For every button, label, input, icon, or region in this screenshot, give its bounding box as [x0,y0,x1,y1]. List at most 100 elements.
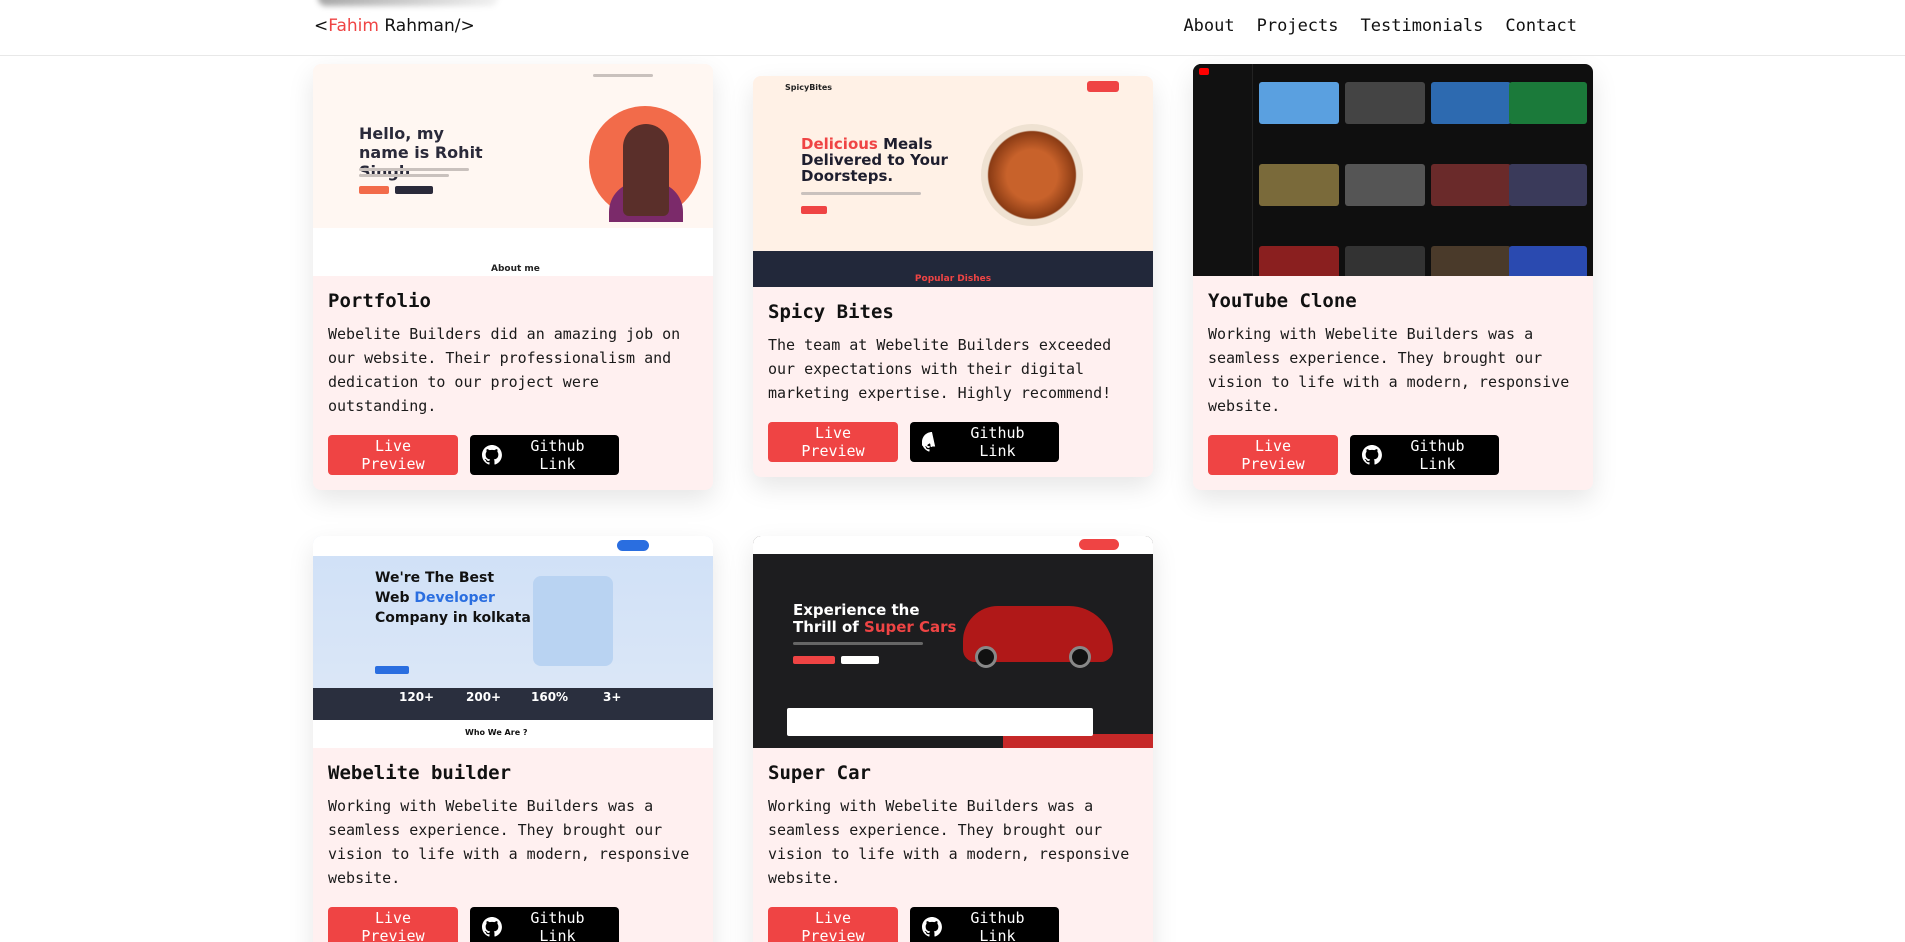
main-nav: About Projects Testimonials Contact [1183,16,1577,36]
project-thumbnail-super-car: Experience the Thrill of Super Cars [753,536,1153,748]
thumb-headline: Delicious Meals Delivered to Your Doorst… [801,136,951,184]
thumb-headline-word: Thrill of [793,618,865,636]
project-title: YouTube Clone [1208,290,1357,312]
thumb-headline: We're The Best Web Developer Company in … [375,568,531,628]
project-description: Working with Webelite Builders was a sea… [1208,325,1570,415]
project-card-super-car: Experience the Thrill of Super Cars Supe… [753,536,1153,942]
thumb-video-tile [1509,246,1587,276]
thumb-video-tile [1431,164,1511,206]
thumb-stat: 160% [531,690,569,704]
thumb-illustration [533,576,613,666]
project-description: Webelite Builders did an amazing job on … [328,325,681,415]
project-card-portfolio: Hello, my name is Rohit Singh About me P… [313,64,713,490]
nav-about[interactable]: About [1183,16,1234,36]
github-icon [922,917,942,937]
github-icon [922,432,936,452]
thumb-video-tile [1259,164,1339,206]
thumb-headline-red: Super Cars [864,618,957,636]
project-card-youtube-clone: YouTube Clone Working with Webelite Buil… [1193,64,1593,490]
card-body: Webelite builder Working with Webelite B… [313,748,713,942]
logo-rest: Rahman/> [378,16,475,36]
project-description: Working with Webelite Builders was a sea… [328,797,690,887]
thumb-brand: SpicyBites [785,83,833,92]
nav-contact[interactable]: Contact [1505,16,1577,36]
thumb-about-label: About me [491,264,540,274]
project-card-webelite-builder: We're The Best Web Developer Company in … [313,536,713,942]
card-buttons: Live Preview Github Link [768,907,1138,942]
card-buttons: Live Preview Github Link [328,907,698,942]
live-preview-button[interactable]: Live Preview [768,422,898,462]
card-body: YouTube Clone Working with Webelite Buil… [1193,276,1593,490]
thumb-text-line [801,192,921,195]
thumb-text-line [793,642,923,645]
nav-projects[interactable]: Projects [1257,16,1339,36]
thumb-test-drive-button [1079,539,1119,550]
thumb-stat: 120+ [399,690,435,704]
thumb-video-tile [1259,246,1339,276]
thumb-navbar [313,536,713,556]
thumb-headline-blue: Developer [414,590,495,606]
thumb-headline-line: Company in kolkata [375,610,531,626]
thumb-text-line [359,174,449,177]
thumb-order-button [1087,81,1119,92]
thumb-video-tile [1345,164,1425,206]
nav-testimonials[interactable]: Testimonials [1361,16,1484,36]
site-logo[interactable]: <Fahim Rahman/> [314,16,475,36]
thumb-video-tile [1431,246,1511,276]
card-body: Spicy Bites The team at Webelite Builder… [753,287,1153,477]
github-link-button[interactable]: Github Link [1350,435,1499,475]
thumb-btn [841,656,879,664]
github-icon [1362,445,1382,465]
site-header: <Fahim Rahman/> About Projects Testimoni… [0,0,1905,56]
thumb-headline-line: Thrill of Super Cars [793,619,956,636]
thumb-stat: 200+ [466,690,502,704]
thumb-stat: 3+ [603,690,622,704]
thumb-sidebar [1193,64,1253,276]
github-link-button[interactable]: Github Link [470,435,619,475]
thumb-headline: Experience the Thrill of Super Cars [793,602,956,636]
thumb-nav-line [593,74,653,77]
project-card-spicy-bites: SpicyBites Delicious Meals Delivered to … [753,76,1153,477]
thumb-contact-button [617,540,649,551]
project-description: The team at Webelite Builders exceeded o… [768,336,1112,402]
github-link-button[interactable]: Github Link [470,907,619,942]
thumb-car-wheel [1069,646,1091,668]
thumb-headline-line: We're The Best [375,570,495,586]
thumb-video-tile [1345,82,1425,124]
github-link-label: Github Link [530,437,585,473]
thumb-headline-word: Web [375,590,415,606]
project-thumbnail-portfolio: Hello, my name is Rohit Singh About me [313,64,713,276]
project-title: Spicy Bites [768,301,894,323]
thumb-btn [375,666,409,674]
thumb-car-wheel [975,646,997,668]
github-icon [482,445,502,465]
thumb-avatar-face [623,124,669,216]
project-thumbnail-youtube-clone [1193,64,1593,276]
project-thumbnail-spicy-bites: SpicyBites Delicious Meals Delivered to … [753,76,1153,287]
live-preview-button[interactable]: Live Preview [328,907,458,942]
live-preview-button[interactable]: Live Preview [328,435,458,475]
project-title: Portfolio [328,290,431,312]
card-buttons: Live Preview Github Link [1208,435,1578,475]
github-link-label: Github Link [970,909,1025,942]
thumb-headline-line: Experience the [793,601,920,619]
thumb-section-label: Who We Are ? [465,728,528,737]
github-link-label: Github Link [970,424,1025,460]
thumb-video-tile [1431,82,1511,124]
thumb-yt-logo [1199,68,1209,75]
thumb-stats-bar [313,688,713,720]
logo-open: < [314,16,329,36]
github-link-button[interactable]: Github Link [910,422,1059,462]
live-preview-button[interactable]: Live Preview [768,907,898,942]
thumb-btn [359,186,389,194]
live-preview-button[interactable]: Live Preview [1208,435,1338,475]
project-thumbnail-webelite-builder: We're The Best Web Developer Company in … [313,536,713,748]
project-description: Working with Webelite Builders was a sea… [768,797,1130,887]
logo-name: Fahim [328,16,379,36]
card-buttons: Live Preview Github Link [328,435,698,475]
project-title: Webelite builder [328,762,512,784]
thumb-section-label: Popular Dishes [914,274,992,284]
thumb-headline: Hello, my name is Rohit Singh [359,124,483,181]
card-body: Super Car Working with Webelite Builders… [753,748,1153,942]
github-link-button[interactable]: Github Link [910,907,1059,942]
